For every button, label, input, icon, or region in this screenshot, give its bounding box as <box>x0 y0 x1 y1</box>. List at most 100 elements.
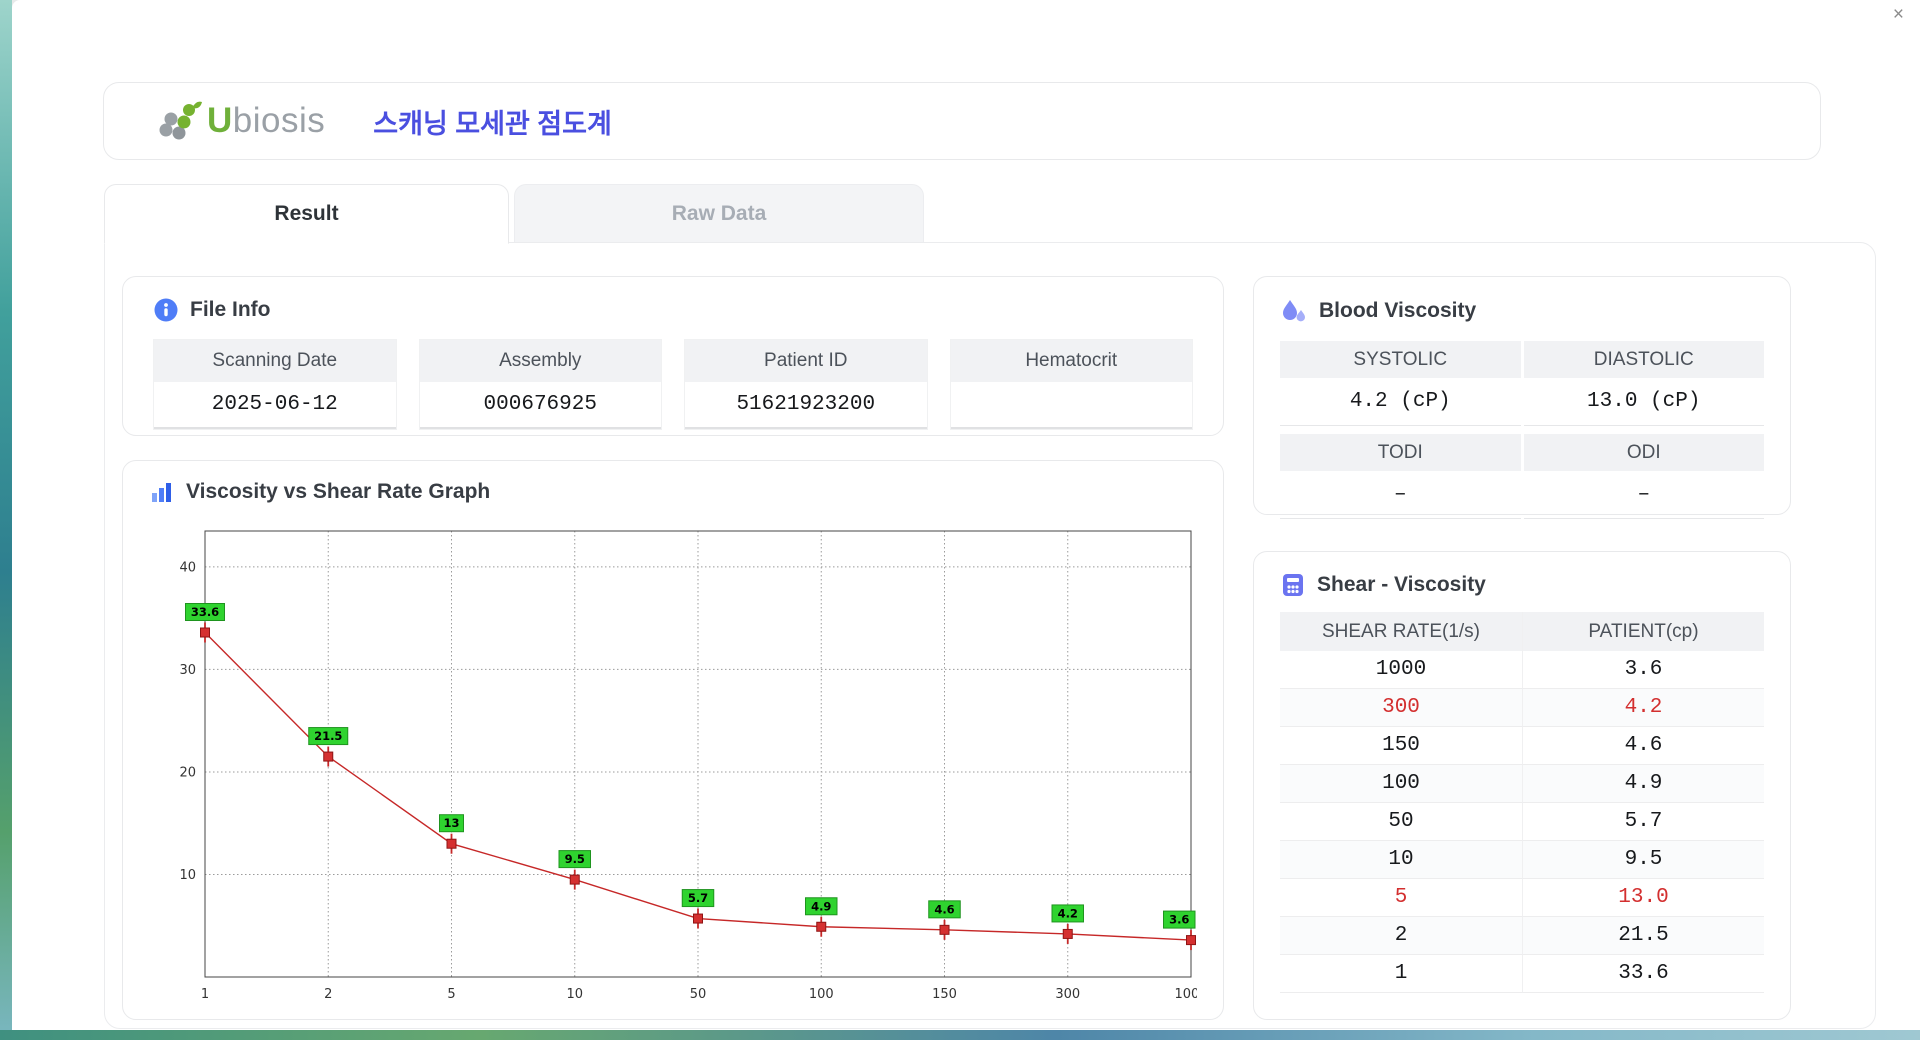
info-icon <box>153 297 179 323</box>
shear-table: SHEAR RATE(1/s) PATIENT(cp) 1000 3.6 300 4.… <box>1280 612 1764 993</box>
tab-result[interactable]: Result <box>104 184 509 244</box>
viscosity-graph-card: Viscosity vs Shear Rate Graph 10 20 30 40 1 2… <box>122 460 1224 1020</box>
app-window: × Ubiosis 스캐닝 모세관 점도계 Result Raw Data Fi… <box>12 0 1920 1030</box>
logo-text-rest: biosis <box>232 101 326 140</box>
field-label: Scanning Date <box>154 340 396 382</box>
svg-text:13: 13 <box>443 816 459 830</box>
svg-text:9.5: 9.5 <box>565 852 585 866</box>
blood-header-diastolic: DIASTOLIC <box>1523 341 1764 378</box>
bar-chart-icon <box>149 479 175 505</box>
blood-header-systolic: SYSTOLIC <box>1280 341 1521 378</box>
blood-value-systolic: 4.2 (cP) <box>1280 378 1521 426</box>
table-cell: 1 <box>1280 955 1522 993</box>
file-info-fields: Scanning Date 2025-06-12 Assembly 000676… <box>153 339 1193 430</box>
table-cell: 5 <box>1280 879 1522 917</box>
droplet-icon <box>1280 297 1308 325</box>
svg-text:150: 150 <box>932 987 957 1002</box>
ubiosis-logo: Ubiosis <box>156 100 325 142</box>
column-header-shear-rate: SHEAR RATE(1/s) <box>1280 612 1522 651</box>
column-header-patient: PATIENT(cp) <box>1522 612 1764 651</box>
table-row: 1000 3.6 <box>1280 651 1764 689</box>
logo-text: Ubiosis <box>207 101 325 141</box>
table-row: 100 4.9 <box>1280 765 1764 803</box>
svg-text:33.6: 33.6 <box>191 605 219 619</box>
desktop-wallpaper-bottom <box>0 1030 1920 1040</box>
logo-text-u: U <box>207 101 233 140</box>
field-assembly: Assembly 000676925 <box>418 339 662 430</box>
table-row: 50 5.7 <box>1280 803 1764 841</box>
blood-header-todi: TODI <box>1280 434 1521 471</box>
field-patient-id: Patient ID 51621923200 <box>684 339 928 430</box>
svg-text:10: 10 <box>566 987 583 1002</box>
file-info-card: File Info Scanning Date 2025-06-12 Assem… <box>122 276 1224 436</box>
svg-text:4.6: 4.6 <box>934 902 954 916</box>
table-cell: 13.0 <box>1522 879 1764 917</box>
field-value: 2025-06-12 <box>154 382 396 429</box>
tab-raw-data[interactable]: Raw Data <box>514 184 924 242</box>
svg-text:1: 1 <box>201 987 209 1002</box>
table-cell: 5.7 <box>1522 803 1764 841</box>
field-value <box>950 382 1192 429</box>
svg-text:5.7: 5.7 <box>688 891 708 905</box>
table-row: 300 4.2 <box>1280 689 1764 727</box>
table-row: 150 4.6 <box>1280 727 1764 765</box>
svg-text:5: 5 <box>447 987 455 1002</box>
table-cell: 4.6 <box>1522 727 1764 765</box>
blood-value-todi: – <box>1280 471 1521 519</box>
table-cell: 4.2 <box>1522 689 1764 727</box>
viscosity-chart: 10 20 30 40 1 2 5 10 50 100 150 300 1000 33.6 21.5 13 9.… <box>179 530 1208 1002</box>
svg-text:1000: 1000 <box>1174 987 1197 1002</box>
svg-text:100: 100 <box>809 987 834 1002</box>
svg-text:21.5: 21.5 <box>314 729 342 743</box>
app-header: Ubiosis 스캐닝 모세관 점도계 <box>103 82 1821 160</box>
table-cell: 150 <box>1280 727 1522 765</box>
leaf-cluster-icon <box>156 100 202 142</box>
table-row: 1 33.6 <box>1280 955 1764 993</box>
field-scanning-date: Scanning Date 2025-06-12 <box>153 339 397 430</box>
field-hematocrit: Hematocrit <box>949 339 1193 430</box>
svg-text:10: 10 <box>179 868 196 883</box>
window-close-button[interactable]: × <box>1893 5 1904 24</box>
chart-area: 10 20 30 40 1 2 5 10 50 100 150 300 1000 33.6 21.5 13 9.… <box>149 515 1208 1022</box>
table-row: 10 9.5 <box>1280 841 1764 879</box>
field-label: Patient ID <box>685 340 927 382</box>
table-row: 2 21.5 <box>1280 917 1764 955</box>
svg-text:20: 20 <box>179 765 196 780</box>
table-cell: 33.6 <box>1522 955 1764 993</box>
svg-text:50: 50 <box>690 987 707 1002</box>
shear-table-header: SHEAR RATE(1/s) PATIENT(cp) <box>1280 612 1764 651</box>
blood-value-odi: – <box>1523 471 1764 519</box>
field-label: Hematocrit <box>950 340 1192 382</box>
shear-viscosity-card: Shear - Viscosity SHEAR RATE(1/s) PATIEN… <box>1253 551 1791 1020</box>
shear-table-body: 1000 3.6 300 4.2 150 4.6 100 4.9 50 5.7 10 9.5 5 13.0… <box>1280 651 1764 993</box>
table-cell: 300 <box>1280 689 1522 727</box>
table-cell: 100 <box>1280 765 1522 803</box>
field-label: Assembly <box>419 340 661 382</box>
desktop-wallpaper-left <box>0 0 12 1040</box>
svg-text:40: 40 <box>179 560 196 575</box>
svg-text:2: 2 <box>324 987 332 1002</box>
file-info-title: File Info <box>190 298 271 321</box>
blood-header-odi: ODI <box>1523 434 1764 471</box>
field-value: 51621923200 <box>685 382 927 429</box>
calculator-icon <box>1280 572 1306 598</box>
table-cell: 4.9 <box>1522 765 1764 803</box>
table-cell: 2 <box>1280 917 1522 955</box>
table-cell: 10 <box>1280 841 1522 879</box>
field-value: 000676925 <box>419 382 661 429</box>
blood-value-diastolic: 13.0 (cP) <box>1523 378 1764 426</box>
svg-text:4.9: 4.9 <box>811 899 831 913</box>
table-cell: 21.5 <box>1522 917 1764 955</box>
table-cell: 3.6 <box>1522 651 1764 689</box>
svg-text:3.6: 3.6 <box>1169 913 1189 927</box>
svg-text:4.2: 4.2 <box>1058 906 1078 920</box>
table-row: 5 13.0 <box>1280 879 1764 917</box>
svg-text:300: 300 <box>1055 987 1080 1002</box>
blood-viscosity-grid: SYSTOLIC DIASTOLIC 4.2 (cP) 13.0 (cP) TO… <box>1280 341 1764 519</box>
blood-viscosity-card: Blood Viscosity SYSTOLIC DIASTOLIC 4.2 (… <box>1253 276 1791 519</box>
table-cell: 9.5 <box>1522 841 1764 879</box>
graph-title: Viscosity vs Shear Rate Graph <box>186 480 491 503</box>
blood-viscosity-title: Blood Viscosity <box>1319 299 1477 322</box>
table-cell: 1000 <box>1280 651 1522 689</box>
shear-viscosity-title: Shear - Viscosity <box>1317 573 1486 596</box>
